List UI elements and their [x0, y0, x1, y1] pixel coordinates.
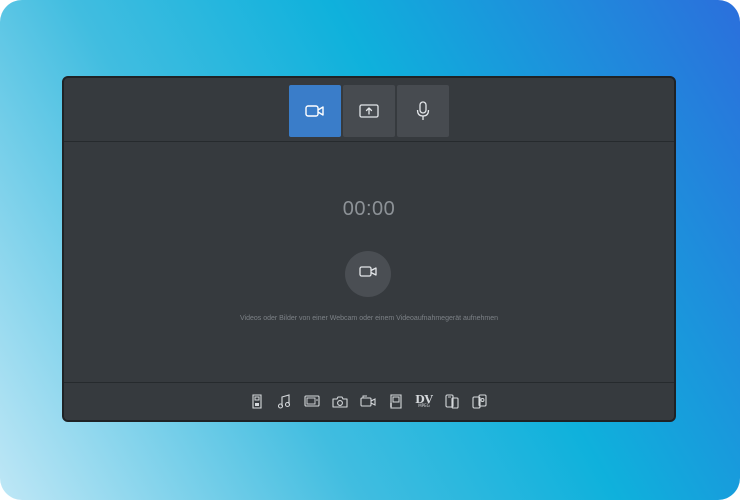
sd-card-icon[interactable] [249, 393, 265, 409]
capture-hint-text: Videos oder Bilder von einer Webcam oder… [240, 315, 498, 322]
video-capture-tab[interactable] [289, 85, 341, 137]
dv-mpeg-icon[interactable]: DV MPEG [415, 393, 433, 409]
recording-timer: 00:00 [342, 198, 396, 220]
music-note-icon[interactable] [276, 393, 292, 409]
video-camera-icon [359, 265, 377, 283]
desktop-background: 00:00 Videos oder Bilder von einer Webca… [0, 0, 740, 500]
device-type-bar: DV MPEG [64, 382, 674, 420]
screen-share-icon [359, 103, 379, 119]
mobile-phone-icon[interactable] [444, 393, 460, 409]
mobile-devices-icon[interactable] [472, 393, 488, 409]
memory-card-icon[interactable] [388, 393, 404, 409]
photo-camera-icon[interactable] [332, 393, 348, 409]
capture-mode-toolbar [64, 78, 674, 142]
capture-window: 00:00 Videos oder Bilder von einer Webca… [62, 76, 676, 422]
start-recording-button[interactable] [345, 251, 391, 297]
audio-capture-tab[interactable] [397, 85, 449, 137]
camcorder-icon[interactable] [360, 393, 376, 409]
screen-capture-tab[interactable] [343, 85, 395, 137]
microphone-icon [416, 101, 430, 121]
mpeg-label: MPEG [418, 402, 430, 408]
tv-icon[interactable] [304, 393, 320, 409]
video-camera-icon [305, 104, 325, 118]
capture-preview-area: 00:00 Videos oder Bilder von einer Webca… [64, 142, 674, 382]
